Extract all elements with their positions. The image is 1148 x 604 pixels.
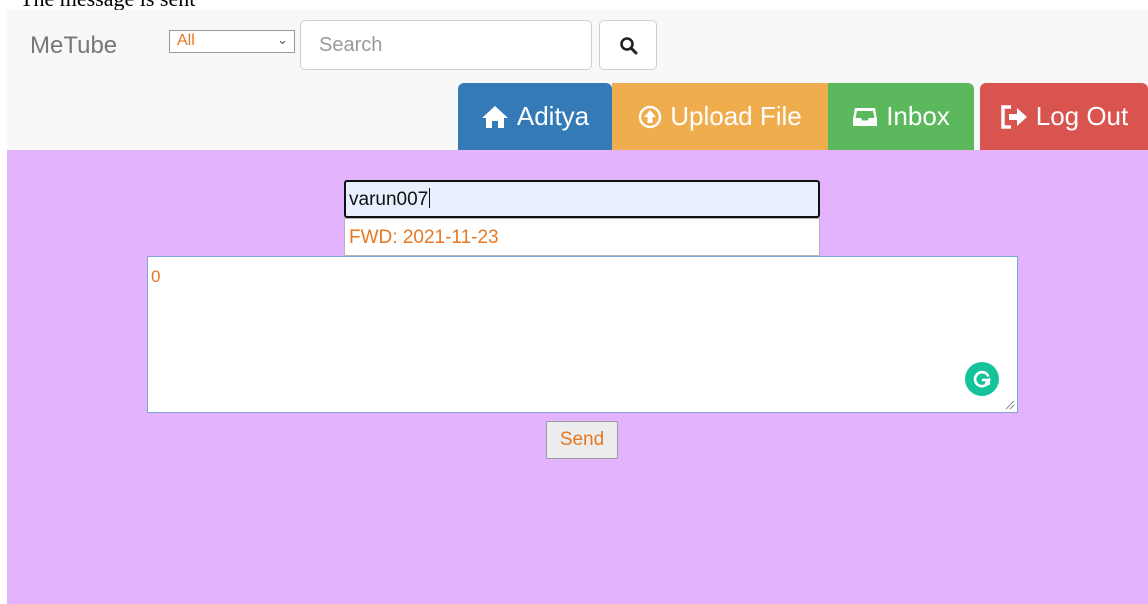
text-caret [429, 188, 431, 208]
home-button[interactable]: Aditya [458, 83, 612, 150]
search-button[interactable] [599, 20, 657, 70]
caption-strip: The message is sent [0, 0, 1148, 10]
category-select[interactable]: All ⌄ [169, 30, 295, 53]
upload-file-button-label: Upload File [670, 101, 802, 131]
home-icon [481, 105, 508, 128]
resize-grip-icon[interactable] [1005, 400, 1015, 410]
navbar: MeTube All ⌄ Aditya Upload File [7, 10, 1148, 150]
message-textarea[interactable]: 0 [147, 256, 1018, 413]
subject-value: FWD: 2021-11-23 [349, 227, 499, 248]
message-value: 0 [151, 267, 161, 286]
logout-button[interactable]: Log Out [980, 83, 1148, 150]
subject-input[interactable]: FWD: 2021-11-23 [344, 218, 820, 256]
inbox-button-label: Inbox [886, 101, 950, 131]
inbox-icon [853, 107, 878, 126]
send-button[interactable]: Send [546, 421, 618, 459]
category-value: All [177, 32, 195, 49]
recipient-value: varun007 [349, 188, 431, 211]
home-button-label: Aditya [516, 101, 590, 131]
brand-logo[interactable]: MeTube [30, 32, 117, 60]
chevron-down-icon: ⌄ [277, 32, 288, 47]
search-input[interactable] [300, 20, 592, 70]
page: MeTube All ⌄ Aditya Upload File [7, 10, 1148, 604]
recipient-input[interactable]: varun007 [344, 180, 820, 218]
grammarly-icon[interactable] [965, 362, 999, 396]
inbox-button[interactable]: Inbox [828, 83, 974, 150]
caption-text: The message is sent [20, 0, 195, 10]
search-icon [620, 37, 638, 55]
upload-circle-icon [639, 105, 662, 128]
grammarly-g-glyph [973, 370, 991, 388]
recipient-text: varun007 [349, 189, 429, 210]
logout-button-label: Log Out [1035, 101, 1129, 131]
logout-icon [1000, 104, 1027, 129]
upload-file-button[interactable]: Upload File [612, 83, 828, 150]
